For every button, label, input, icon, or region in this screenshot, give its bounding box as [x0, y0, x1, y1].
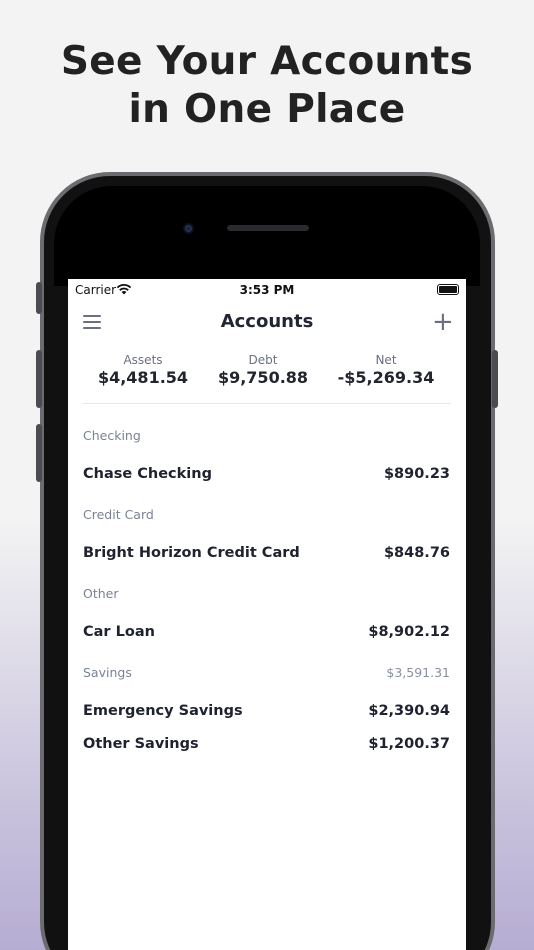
phone-top-bezel: [54, 186, 480, 286]
account-name: Car Loan: [83, 624, 155, 640]
status-time: 3:53 PM: [239, 283, 295, 297]
phone-side-button-mute: [36, 282, 42, 314]
front-camera-icon: [183, 223, 194, 234]
account-row-emergency-savings[interactable]: Emergency Savings $2,390.94: [68, 703, 466, 729]
section-label-checking: Checking: [83, 428, 141, 443]
account-name: Other Savings: [83, 736, 199, 752]
account-name: Chase Checking: [83, 466, 212, 482]
account-name: Bright Horizon Credit Card: [83, 545, 300, 561]
phone-side-button-volume-up: [36, 350, 42, 408]
account-amount: $2,390.94: [368, 703, 450, 719]
account-amount: $1,200.37: [368, 736, 450, 752]
net-label: Net: [375, 353, 397, 367]
phone-side-button-volume-down: [36, 424, 42, 482]
debt-value: $9,750.88: [217, 368, 309, 387]
assets-value: $4,481.54: [97, 368, 189, 387]
status-bar: Carrier 3:53 PM: [68, 279, 466, 301]
promo-headline-line-2: in One Place: [128, 87, 406, 132]
debt-summary: Debt $9,750.88: [213, 353, 313, 387]
assets-summary: Assets $4,481.54: [93, 353, 193, 387]
account-row-other-savings[interactable]: Other Savings $1,200.37: [68, 736, 466, 762]
section-total-savings: $3,591.31: [386, 665, 450, 680]
balance-summary: Assets $4,481.54 Debt $9,750.88 Net -$5,…: [68, 353, 466, 393]
section-label-other: Other: [83, 586, 119, 601]
navigation-bar: Accounts +: [68, 307, 466, 337]
account-amount: $848.76: [383, 545, 450, 561]
section-label-savings: Savings: [83, 665, 132, 680]
battery-icon: [437, 284, 459, 295]
account-row-chase-checking[interactable]: Chase Checking $890.23: [68, 466, 466, 492]
assets-label: Assets: [123, 353, 163, 367]
phone-side-button-power: [492, 350, 498, 408]
net-value: -$5,269.34: [337, 368, 435, 387]
add-account-plus-icon[interactable]: +: [432, 309, 454, 335]
account-name: Emergency Savings: [83, 703, 243, 719]
account-row-bright-horizon-credit-card[interactable]: Bright Horizon Credit Card $848.76: [68, 545, 466, 571]
account-row-car-loan[interactable]: Car Loan $8,902.12: [68, 624, 466, 650]
account-amount: $890.23: [383, 466, 450, 482]
app-screen: Carrier 3:53 PM Accounts + Assets $4,481…: [68, 279, 466, 950]
section-label-credit-card: Credit Card: [83, 507, 154, 522]
earpiece-speaker: [227, 225, 309, 231]
promo-headline-line-1: See Your Accounts: [60, 39, 474, 84]
summary-divider: [83, 403, 451, 404]
page-title: Accounts: [220, 311, 314, 332]
promo-headline: See Your Accounts in One Place: [0, 38, 534, 134]
net-summary: Net -$5,269.34: [331, 353, 441, 387]
account-amount: $8,902.12: [368, 624, 450, 640]
debt-label: Debt: [248, 353, 278, 367]
